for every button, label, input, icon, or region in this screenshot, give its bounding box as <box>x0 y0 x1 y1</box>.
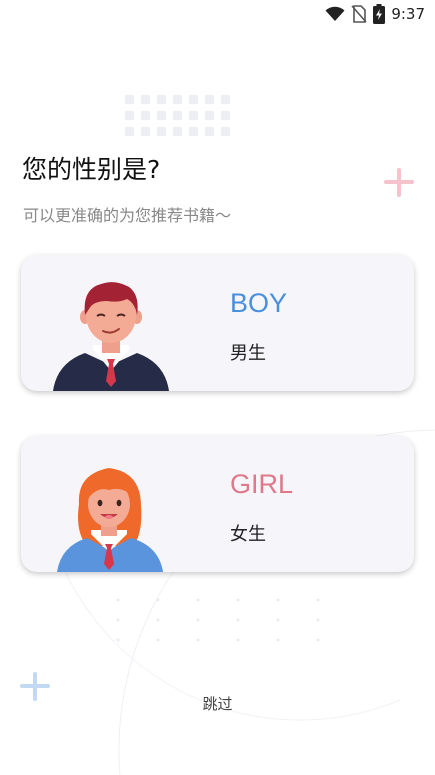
status-bar: 9:37 <box>0 0 435 30</box>
status-time: 9:37 <box>391 5 425 23</box>
plus-decoration-pink <box>384 168 414 197</box>
battery-charging-icon <box>373 4 386 24</box>
page-subtitle: 可以更准确的为您推荐书籍～ <box>23 206 232 225</box>
wifi-icon <box>325 6 345 21</box>
gender-option-girl[interactable]: GIRL 女生 <box>21 436 414 572</box>
girl-english-label: GIRL <box>230 469 294 499</box>
skip-button[interactable]: 跳过 <box>0 693 435 714</box>
dot-grid-decoration <box>125 95 230 136</box>
gender-option-boy[interactable]: BOY 男生 <box>21 255 414 391</box>
no-sim-icon <box>351 5 367 23</box>
status-icons: 9:37 <box>325 4 425 24</box>
dot-grid-decoration-bottom <box>116 598 320 642</box>
page-title: 您的性别是? <box>22 155 161 184</box>
boy-chinese-label: 男生 <box>230 343 266 364</box>
girl-chinese-label: 女生 <box>230 524 266 545</box>
boy-english-label: BOY <box>230 288 288 318</box>
girl-avatar-icon <box>57 468 163 572</box>
boy-avatar-icon <box>53 282 169 391</box>
